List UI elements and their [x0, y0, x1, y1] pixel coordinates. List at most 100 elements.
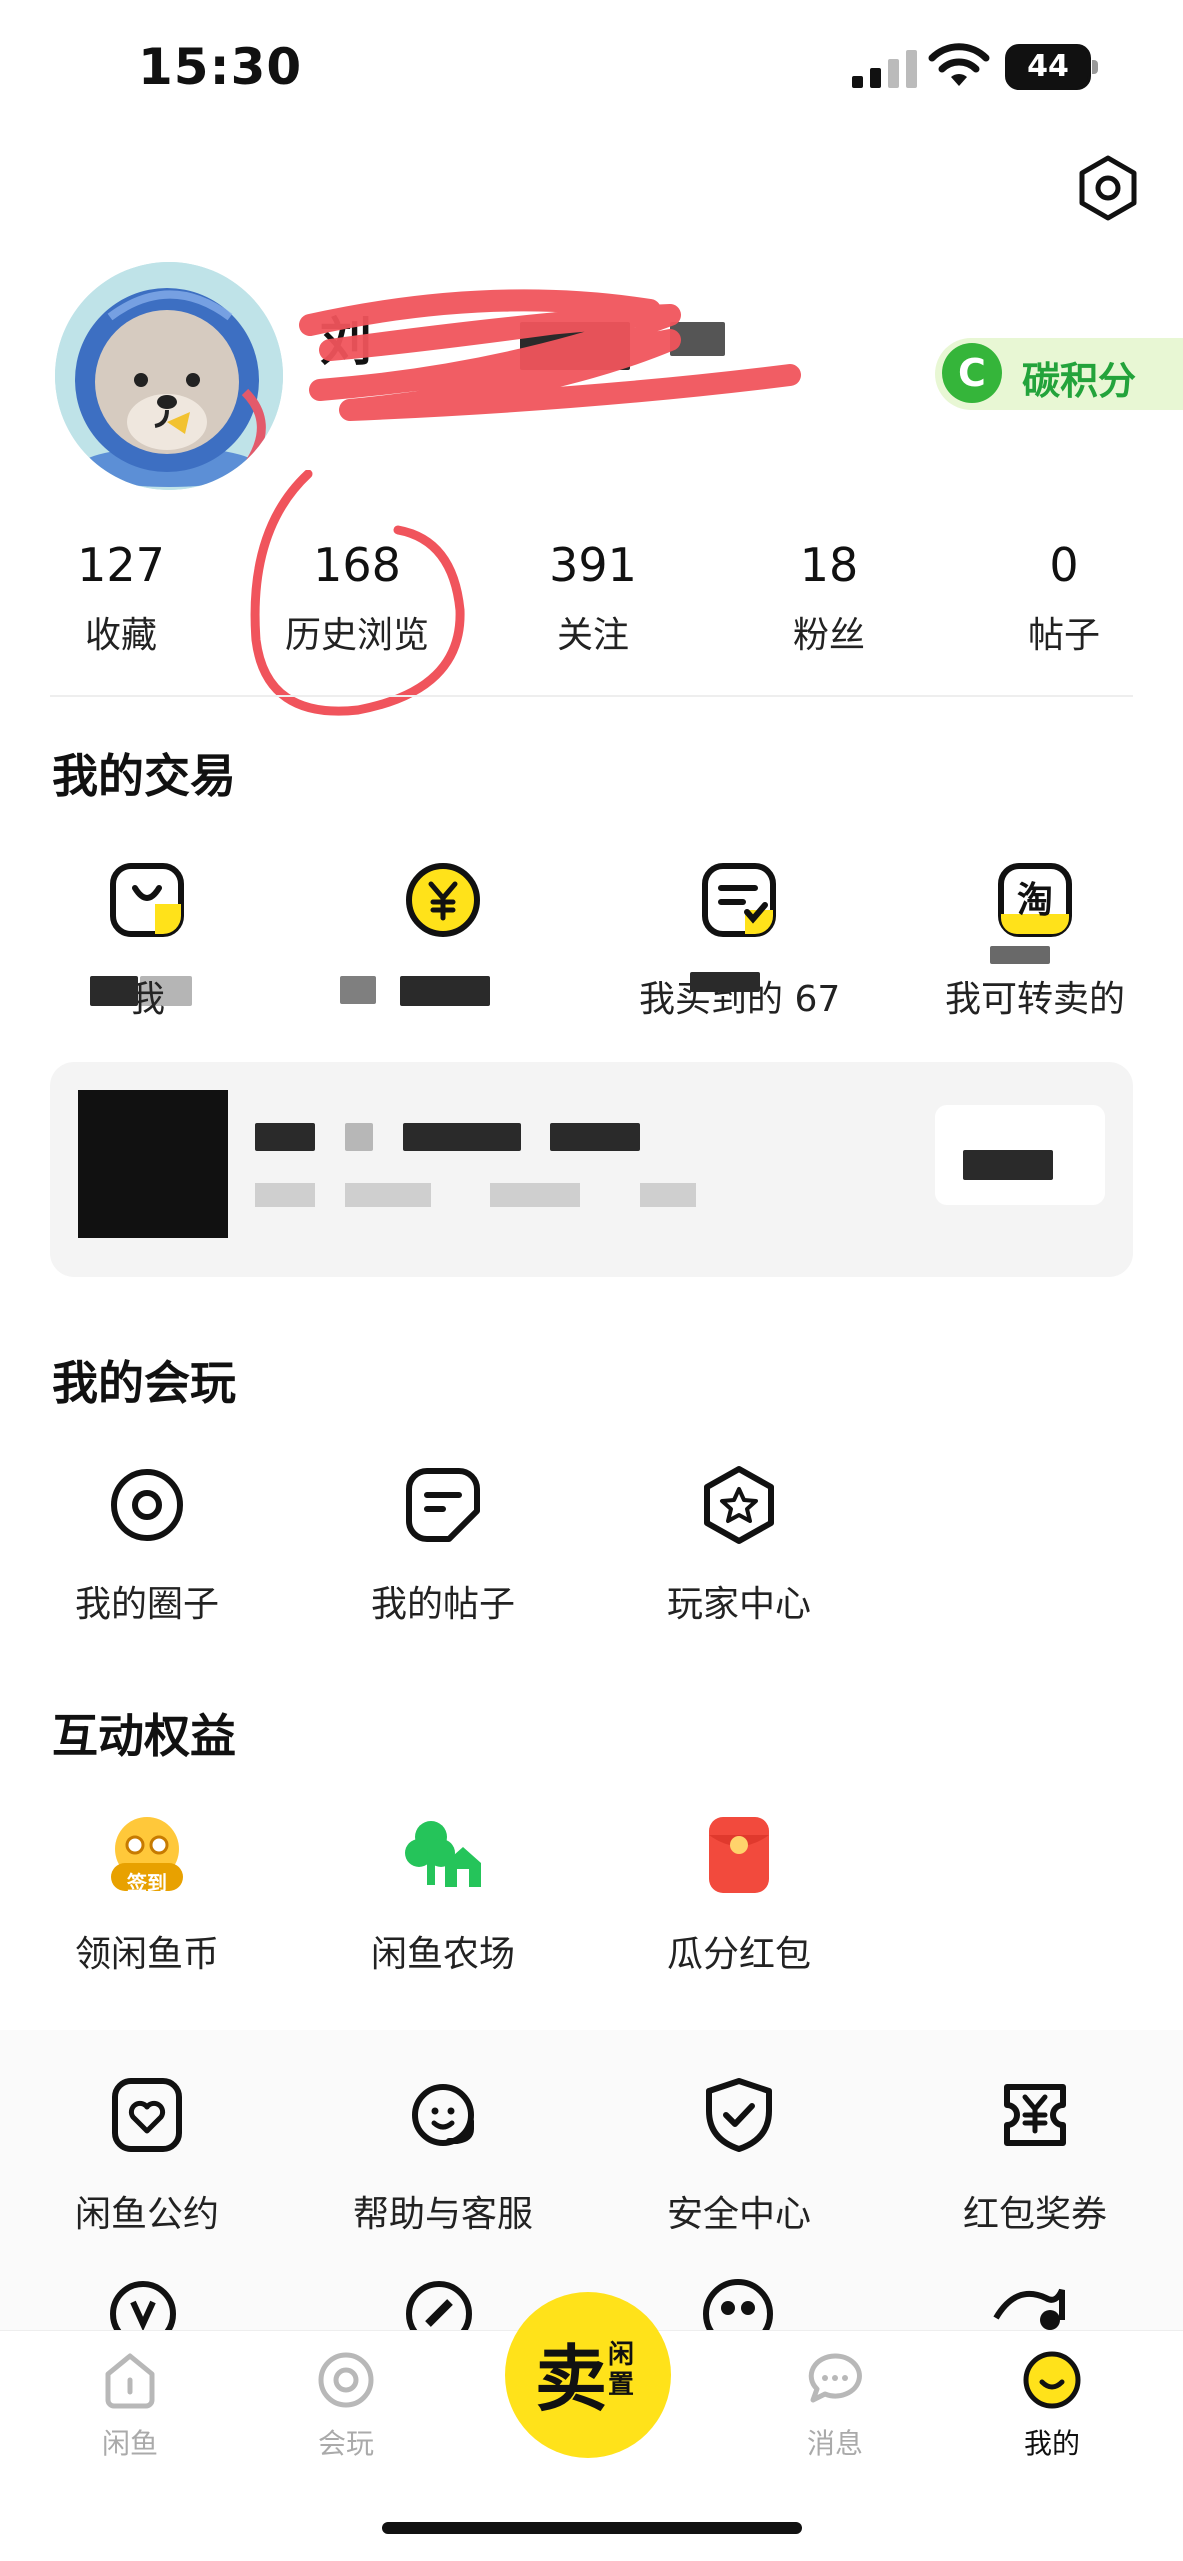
redacted-title	[255, 1123, 315, 1151]
stat-value: 18	[799, 538, 859, 592]
carbon-c-icon: C	[942, 343, 1002, 403]
stat-value: 127	[77, 538, 165, 592]
otter-astronaut-avatar-icon	[55, 262, 283, 490]
taobao-icon: 淘	[998, 863, 1072, 937]
redacted-action[interactable]	[963, 1150, 1053, 1180]
service-item-label: 红包奖券	[962, 2194, 1107, 2235]
item-thumbnail	[78, 1090, 228, 1238]
redacted-subtitle	[345, 1183, 431, 1207]
heart-badge-icon	[112, 2078, 182, 2152]
sell-button-label: 卖	[535, 2337, 608, 2421]
service-item-label: 闲鱼公约	[74, 2194, 219, 2235]
carbon-points-label: 碳积分	[1022, 359, 1137, 403]
service-item-label: 安全中心	[666, 2194, 811, 2235]
tab-label: 会玩	[317, 2427, 374, 2460]
service-item-coupons[interactable]: 红包奖券	[935, 2075, 1135, 2237]
battery-icon: 44	[1005, 44, 1098, 90]
benefit-item-label: 瓜分红包	[666, 1934, 811, 1975]
play-item-label: 我的圈子	[74, 1584, 219, 1625]
play-circle-icon	[318, 2352, 374, 2408]
home-indicator	[382, 2522, 802, 2534]
home-icon	[105, 2353, 155, 2409]
section-title-trades: 我的交易	[52, 749, 236, 803]
play-item-label: 玩家中心	[666, 1584, 811, 1625]
section-title-play: 我的会玩	[52, 1356, 236, 1410]
receipt-check-icon	[702, 863, 776, 937]
stat-label: 收藏	[84, 615, 157, 656]
yuan-ticket-icon	[1004, 2084, 1066, 2146]
sell-button-sublabel: 闲置	[608, 2340, 635, 2400]
redacted-label	[690, 972, 760, 992]
redacted-title	[345, 1123, 373, 1151]
benefit-item-farm[interactable]: 闲鱼农场	[343, 1815, 543, 1977]
benefit-item-label: 领闲鱼币	[74, 1934, 219, 1975]
stat-following[interactable]: 391 关注	[493, 538, 693, 658]
redacted-label	[400, 976, 490, 1006]
trade-item-published[interactable]	[343, 860, 543, 970]
stat-value: 391	[549, 538, 637, 592]
stat-label: 关注	[556, 615, 629, 656]
red-envelope-icon	[709, 1817, 769, 1893]
redacted-label	[340, 976, 376, 1004]
redacted-title	[550, 1123, 640, 1151]
tab-play[interactable]: 会玩	[266, 2350, 426, 2462]
tab-label: 闲鱼	[101, 2427, 158, 2460]
chat-bubble-icon	[808, 2353, 862, 2403]
cellular-signal-icon	[852, 50, 917, 88]
tab-me[interactable]: 我的	[972, 2350, 1132, 2462]
settings-icon[interactable]	[1075, 155, 1141, 221]
divider	[50, 695, 1133, 697]
wifi-icon	[928, 43, 990, 86]
tab-messages[interactable]: 消息	[755, 2350, 915, 2462]
note-icon	[406, 1468, 480, 1542]
farm-tree-icon	[405, 1821, 481, 1887]
redacted-label	[990, 946, 1050, 964]
redacted-label	[90, 976, 138, 1006]
svg-text:淘: 淘	[1017, 880, 1053, 921]
section-title-benefits: 互动权益	[52, 1709, 236, 1763]
stat-posts[interactable]: 0 帖子	[964, 538, 1164, 658]
redacted-label	[140, 976, 192, 1006]
benefit-item-red-packet[interactable]: 瓜分红包	[639, 1815, 839, 1977]
redacted-subtitle	[255, 1183, 315, 1207]
service-item-help[interactable]: 帮助与客服	[343, 2075, 543, 2237]
play-item-posts[interactable]: 我的帖子	[343, 1465, 543, 1627]
customer-service-icon	[412, 2084, 474, 2146]
stat-label: 粉丝	[792, 615, 865, 656]
tab-home[interactable]: 闲鱼	[50, 2350, 210, 2462]
stat-followers[interactable]: 18 粉丝	[729, 538, 929, 658]
benefit-item-label: 闲鱼农场	[370, 1934, 515, 1975]
checkin-text: 签到	[127, 1871, 167, 1895]
yuan-coin-icon	[406, 863, 480, 937]
play-item-circles[interactable]: 我的圈子	[47, 1465, 247, 1627]
status-time: 15:30	[138, 38, 303, 96]
redacted-subtitle	[640, 1183, 696, 1207]
benefit-item-coins[interactable]: 签到 领闲鱼币	[47, 1815, 247, 1977]
star-badge-icon	[704, 1466, 774, 1544]
trade-item-bought[interactable]: 我买到的 67	[639, 860, 840, 1022]
pin-badge-icon[interactable]	[404, 2278, 474, 2330]
stat-label: 帖子	[1027, 615, 1100, 656]
v-badge-icon[interactable]	[108, 2278, 178, 2330]
circle-target-icon	[111, 1469, 183, 1541]
bag-icon	[110, 863, 184, 937]
service-item-convention[interactable]: 闲鱼公约	[47, 2075, 247, 2237]
red-scribble-annotation	[299, 289, 801, 421]
fish-icon[interactable]	[986, 2278, 1076, 2330]
trade-item-resellable[interactable]: 淘 我可转卖的	[935, 860, 1135, 1022]
stat-favorites[interactable]: 127 收藏	[21, 538, 221, 658]
face-badge-icon[interactable]	[700, 2278, 776, 2330]
red-circle-annotation	[250, 470, 465, 716]
shield-check-icon	[706, 2078, 772, 2152]
play-item-player-center[interactable]: 玩家中心	[639, 1465, 839, 1627]
stat-value: 0	[1049, 538, 1079, 592]
redacted-subtitle	[490, 1183, 580, 1207]
service-item-label: 帮助与客服	[352, 2194, 533, 2235]
smiley-face-icon	[1023, 2351, 1081, 2409]
checkin-coin-icon: 签到	[107, 1815, 187, 1895]
service-item-security[interactable]: 安全中心	[639, 2075, 839, 2237]
avatar[interactable]	[55, 262, 283, 490]
redacted-title	[403, 1123, 521, 1151]
play-item-label: 我的帖子	[370, 1584, 515, 1625]
tab-label: 我的	[1023, 2427, 1080, 2460]
